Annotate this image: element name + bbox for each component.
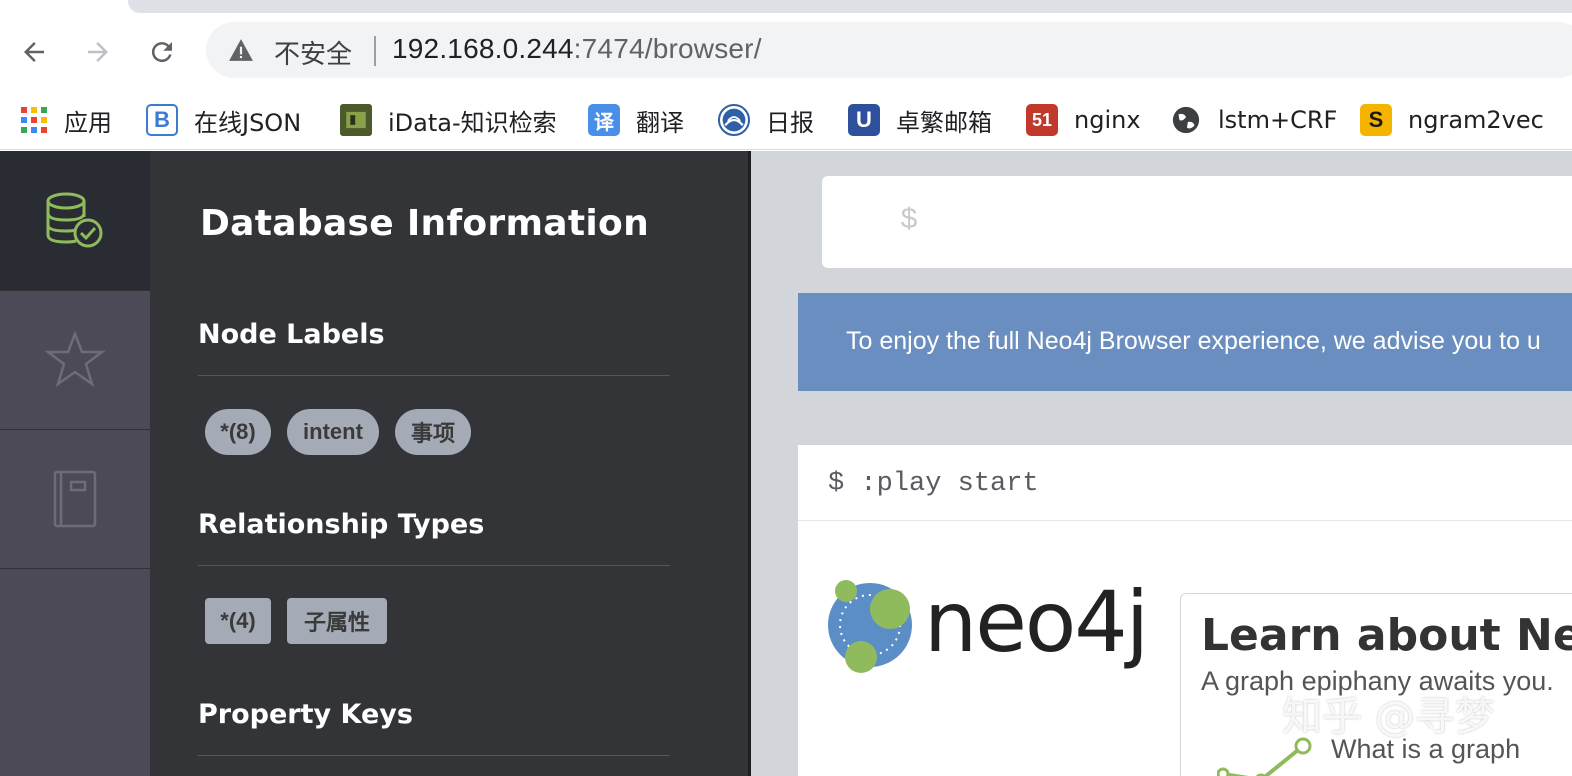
database-info-drawer: Database Information Node Labels *(8) in… — [150, 151, 748, 776]
arrow-left-icon — [24, 42, 44, 62]
bookmark-label: ngram2vec — [1408, 106, 1544, 134]
ngram-icon: S — [1360, 104, 1392, 136]
forward-button[interactable] — [78, 32, 118, 72]
section-divider — [198, 565, 670, 566]
globe-icon — [1170, 104, 1202, 136]
mail-icon: U — [848, 104, 880, 136]
url-path: :7474/browser/ — [573, 33, 762, 64]
result-stream: $ To enjoy the full Neo4j Browser experi… — [751, 151, 1572, 776]
star-icon — [45, 331, 105, 388]
browser-toolbar: 不安全 192.168.0.244:7474/browser/ — [0, 14, 1572, 90]
node-label-pill[interactable]: *(8) — [205, 409, 271, 455]
tab-strip — [0, 0, 1572, 14]
neo4j-logo: neo4j — [828, 573, 1149, 679]
sidebar-item-documents[interactable] — [0, 430, 150, 568]
section-divider — [198, 375, 670, 376]
reload-button[interactable] — [142, 32, 182, 72]
section-divider — [198, 755, 670, 756]
frame-command-bar[interactable]: $ :play start — [798, 445, 1572, 521]
frame-command: $ :play start — [828, 469, 1039, 499]
arrow-right-icon — [88, 42, 108, 62]
url-host: 192.168.0.244 — [392, 33, 574, 64]
node-label-pill[interactable]: 事项 — [395, 409, 471, 455]
bookmark-daily[interactable]: 日报 — [718, 100, 814, 140]
translate-icon: 译 — [588, 104, 620, 136]
bookmark-label: nginx — [1074, 106, 1141, 134]
bookmark-nginx[interactable]: 51 nginx — [1026, 100, 1141, 140]
bookmark-label: 在线JSON — [194, 108, 302, 137]
neo4j-wordmark: neo4j — [924, 573, 1149, 671]
banner-text: To enjoy the full Neo4j Browser experien… — [846, 327, 1541, 355]
idata-icon — [340, 104, 372, 136]
news-icon — [718, 104, 750, 136]
property-keys-heading: Property Keys — [198, 699, 413, 730]
relationship-types-heading: Relationship Types — [198, 509, 485, 540]
watermark: 知乎 @寻梦 — [1282, 694, 1495, 740]
card-heading: Learn about Neo4 — [1201, 610, 1572, 661]
bookmark-apps[interactable]: 应用 — [20, 100, 112, 140]
url-text[interactable]: 192.168.0.244:7474/browser/ — [392, 33, 762, 65]
relationship-type-pill[interactable]: 子属性 — [287, 598, 387, 644]
address-bar[interactable]: 不安全 192.168.0.244:7474/browser/ — [206, 22, 1572, 78]
book-icon — [53, 470, 97, 528]
bookmark-idata[interactable]: iData-知识检索 — [340, 100, 557, 140]
nginx-icon: 51 — [1026, 104, 1058, 136]
bookmark-lstm-crf[interactable]: lstm+CRF — [1170, 100, 1337, 140]
back-button[interactable] — [14, 32, 54, 72]
omnibox-separator — [374, 36, 376, 66]
bookmark-label: lstm+CRF — [1218, 106, 1338, 134]
bookmark-online-json[interactable]: B 在线JSON — [146, 100, 301, 140]
editor-prompt: $ — [900, 204, 919, 238]
bookmark-ngram2vec[interactable]: S ngram2vec — [1360, 100, 1544, 140]
bookmark-label: 应用 — [64, 108, 112, 137]
iconbar-divider — [0, 568, 150, 569]
bookmark-label: 日报 — [766, 108, 814, 137]
reload-icon — [151, 42, 172, 63]
relationship-type-pill[interactable]: *(4) — [205, 598, 271, 644]
bookmarks-bar: 应用 B 在线JSON iData-知识检索 译 翻译 日报 U 卓繁邮箱 51… — [0, 90, 1572, 150]
apps-grid-icon — [20, 106, 48, 134]
neo4j-graph-icon — [828, 580, 912, 673]
browser-advice-banner: To enjoy the full Neo4j Browser experien… — [798, 293, 1572, 391]
bookmark-label: 卓繁邮箱 — [896, 108, 992, 137]
drawer-title: Database Information — [200, 203, 650, 244]
sidebar-iconbar — [0, 151, 150, 776]
cypher-editor[interactable]: $ — [822, 176, 1572, 268]
json-bracket-icon: B — [146, 104, 178, 136]
inactive-tab-area[interactable] — [128, 0, 1572, 13]
bookmark-translate[interactable]: 译 翻译 — [588, 100, 684, 140]
sidebar-item-database[interactable] — [0, 151, 150, 290]
warning-triangle-icon[interactable] — [228, 38, 254, 62]
neo4j-browser-app: Database Information Node Labels *(8) in… — [0, 151, 1572, 776]
database-check-icon — [46, 192, 103, 247]
bookmark-label: iData-知识检索 — [388, 108, 557, 137]
bookmark-label: 翻译 — [636, 108, 684, 137]
node-label-pill[interactable]: intent — [287, 409, 379, 455]
bookmark-mail[interactable]: U 卓繁邮箱 — [848, 100, 992, 140]
sidebar-item-favorites[interactable] — [0, 291, 150, 429]
security-label[interactable]: 不安全 — [274, 34, 352, 71]
node-labels-heading: Node Labels — [198, 319, 385, 350]
